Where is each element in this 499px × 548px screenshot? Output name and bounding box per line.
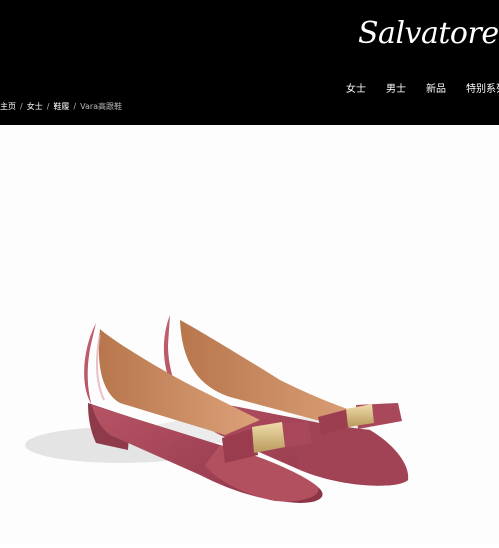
brand-logo[interactable]: Salvatore Ferragamo (358, 16, 499, 51)
breadcrumb-separator: / (73, 102, 77, 111)
breadcrumb-shoes[interactable]: 鞋履 (53, 102, 69, 111)
breadcrumb-current: Vara高跟鞋 (80, 102, 123, 111)
breadcrumb: 主页 / 女士 / 鞋履 / Vara高跟鞋 (0, 101, 122, 112)
breadcrumb-separator: / (46, 102, 50, 111)
breadcrumb-separator: / (20, 102, 23, 111)
product-image[interactable] (0, 125, 499, 544)
product-image-area (0, 125, 499, 544)
breadcrumb-home[interactable]: 主页 (0, 102, 16, 111)
main-nav: 女士 男士 新品 特别系列 (346, 80, 499, 95)
nav-item-men[interactable]: 男士 (386, 80, 406, 95)
breadcrumb-women[interactable]: 女士 (27, 102, 43, 111)
site-header: Salvatore Ferragamo 女士 男士 新品 特别系列 主页/女士/… (0, 0, 499, 125)
nav-item-special[interactable]: 特别系列 (466, 80, 499, 95)
nav-item-new[interactable]: 新品 (426, 80, 446, 95)
nav-item-women[interactable]: 女士 (346, 80, 366, 95)
